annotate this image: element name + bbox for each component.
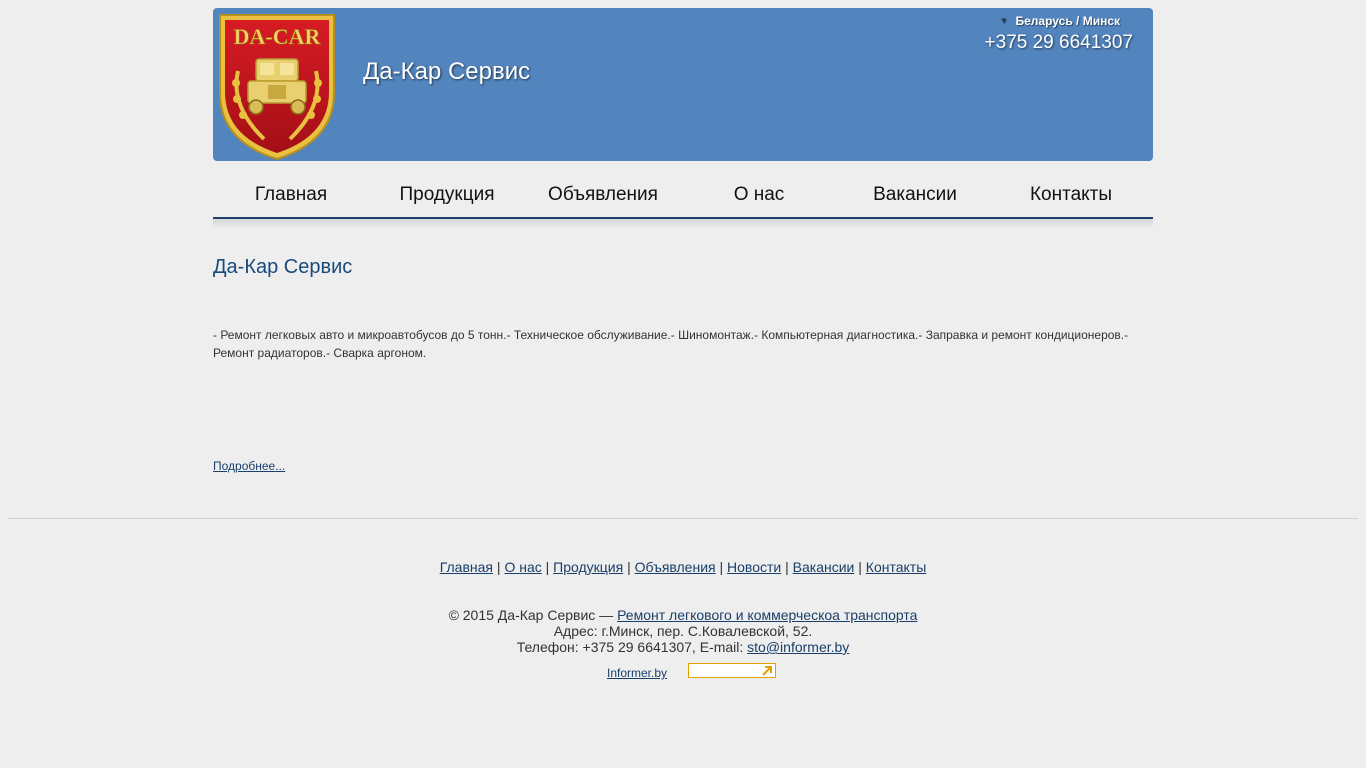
site-title: Да-Кар Сервис	[363, 58, 531, 85]
copyright-link[interactable]: Ремонт легкового и коммерческоа транспор…	[617, 607, 917, 623]
arrow-icon	[762, 666, 772, 676]
main-nav: Главная Продукция Объявления О нас Вакан…	[213, 177, 1153, 229]
nav-item-products[interactable]: Продукция	[369, 177, 525, 217]
copyright-line: © 2015 Да-Кар Сервис — Ремонт легкового …	[0, 607, 1366, 623]
dropdown-triangle-icon: ▼	[999, 16, 1008, 25]
footer-link-products[interactable]: Продукция	[553, 559, 623, 575]
footer-phone: Телефон: +375 29 6641307, E-mail:	[516, 639, 748, 655]
footer-link-about[interactable]: О нас	[504, 559, 541, 575]
service-description: - Ремонт легковых авто и микроавтобусов …	[213, 328, 1129, 360]
email-link[interactable]: sto@informer.by	[747, 639, 849, 655]
footer-info: © 2015 Да-Кар Сервис — Ремонт легкового …	[0, 607, 1366, 655]
informer-row: Informer.by	[0, 663, 1366, 681]
address: Адрес: г.Минск, пер. С.Ковалевской, 52.	[553, 623, 813, 639]
nav-item-ads[interactable]: Объявления	[525, 177, 681, 217]
nav-item-home[interactable]: Главная	[213, 177, 369, 217]
logo-text: DA-CAR	[234, 24, 322, 49]
informer-link[interactable]: Informer.by	[607, 666, 667, 680]
region-label: Беларусь / Минск	[1015, 14, 1121, 28]
header-phone: +375 29 6641307	[984, 32, 1133, 53]
page-title: Да-Кар Сервис	[213, 256, 353, 278]
more-link[interactable]: Подробнее...	[213, 459, 285, 473]
nav-item-vacancies[interactable]: Вакансии	[837, 177, 993, 217]
region-selector[interactable]: ▼ Беларусь / Минск	[1000, 14, 1120, 28]
footer-link-contacts[interactable]: Контакты	[866, 559, 926, 575]
site-header: DA-CAR Да-Кар Сервис ▼ Беларусь / Минск +…	[213, 8, 1153, 161]
footer-link-home[interactable]: Главная	[440, 559, 493, 575]
divider	[8, 518, 1358, 519]
informer-widget[interactable]	[688, 663, 776, 678]
nav-item-about[interactable]: О нас	[681, 177, 837, 217]
copyright-text: © 2015 Да-Кар Сервис —	[448, 607, 618, 623]
footer-link-vacancies[interactable]: Вакансии	[793, 559, 855, 575]
footer-link-ads[interactable]: Объявления	[635, 559, 716, 575]
da-car-logo[interactable]: DA-CAR	[216, 11, 338, 161]
nav-item-contacts[interactable]: Контакты	[993, 177, 1149, 217]
footer-nav: Главная | О нас | Продукция | Объявления…	[439, 559, 927, 575]
contact-line: Телефон: +375 29 6641307, E-mail: sto@in…	[0, 639, 1366, 655]
footer-link-news[interactable]: Новости	[727, 559, 781, 575]
